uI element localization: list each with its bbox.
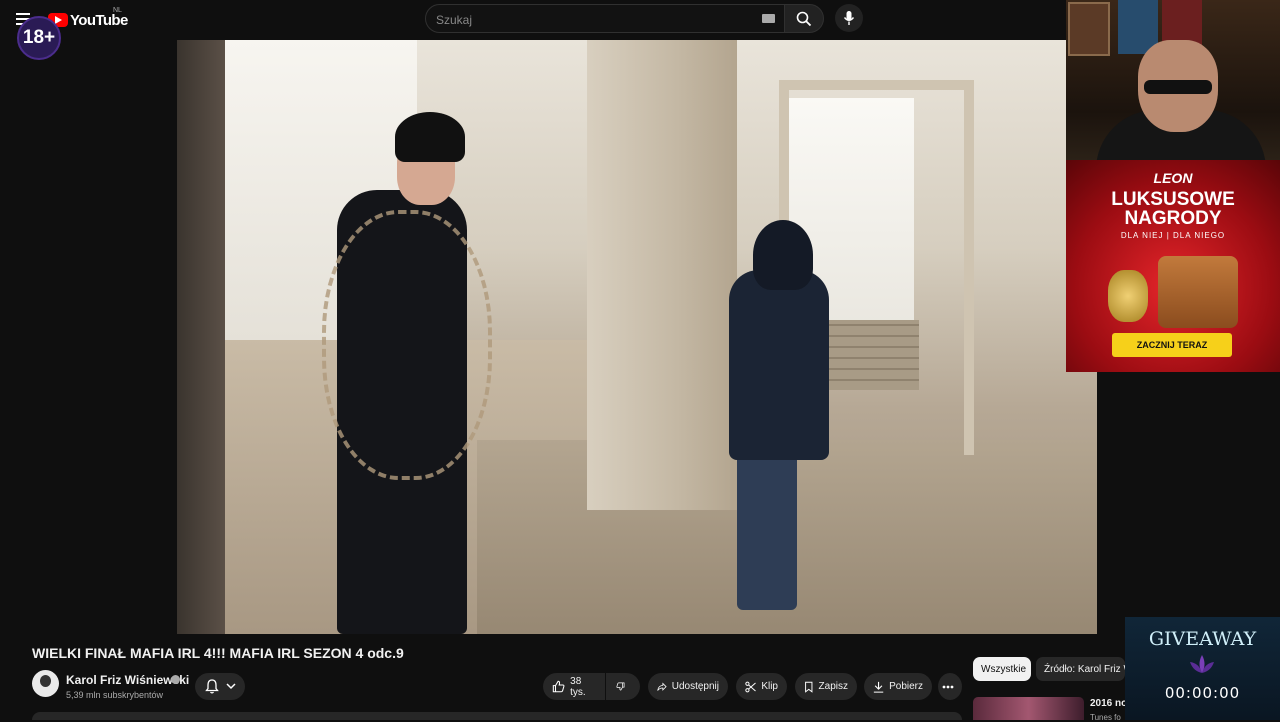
keyboard-icon[interactable] <box>762 14 775 23</box>
logo-text: YouTube <box>70 11 128 29</box>
search-icon <box>796 11 812 26</box>
top-bar: YouTube NL <box>0 0 1066 40</box>
download-label: Pobierz <box>889 681 923 692</box>
video-left-wall <box>177 40 225 634</box>
like-button[interactable]: 38 tys. <box>543 673 605 700</box>
giveaway-overlay: GIVEAWAY 00:00:00 <box>1125 617 1280 720</box>
clip-button[interactable]: Klip <box>736 673 787 700</box>
share-button[interactable]: Udostępnij <box>648 673 728 700</box>
channel-avatar[interactable] <box>32 670 59 697</box>
chip-source[interactable]: Źródło: Karol Friz Wiśniewski <box>1036 657 1125 681</box>
ad-brand: LEON <box>1153 170 1193 186</box>
hooded-person-hood <box>753 220 813 290</box>
recommended-thumbnail[interactable] <box>973 697 1084 720</box>
wall-poster <box>1068 2 1110 56</box>
giveaway-title: GIVEAWAY <box>1148 628 1257 650</box>
voice-search-button[interactable] <box>835 4 863 32</box>
sunglasses <box>1144 80 1212 94</box>
subscriber-count: 5,39 mln subskrybentów <box>66 690 164 700</box>
notification-bell-button[interactable] <box>195 673 245 700</box>
streamer-webcam <box>1066 0 1280 160</box>
search-button[interactable] <box>784 4 824 33</box>
search-box[interactable] <box>425 4 785 33</box>
bookmark-icon <box>805 681 813 693</box>
save-label: Zapisz <box>818 681 848 692</box>
hooded-person <box>729 270 829 460</box>
search-input[interactable] <box>436 11 756 28</box>
lotus-icon <box>1190 655 1214 673</box>
recommended-title[interactable]: 2016 no <box>1090 698 1125 709</box>
like-count: 38 tys. <box>570 675 586 698</box>
ad-headline: LUKSUSOWE NAGRODY <box>1111 189 1235 229</box>
video-pillar <box>587 40 737 510</box>
save-button[interactable]: Zapisz <box>795 673 857 700</box>
download-button[interactable]: Pobierz <box>864 673 932 700</box>
chevron-down-icon <box>225 683 236 690</box>
clip-label: Klip <box>761 681 778 692</box>
handbag-image <box>1158 256 1238 328</box>
sponsor-ad[interactable]: LEON LUKSUSOWE NAGRODY DLA NIEJ | DLA NI… <box>1066 160 1280 372</box>
more-actions-button[interactable] <box>938 673 962 700</box>
scissors-icon <box>745 681 756 692</box>
bell-icon <box>204 679 219 694</box>
beanie-hat <box>395 112 465 162</box>
age-restriction-badge: 18+ <box>17 16 61 60</box>
more-icon <box>942 685 953 688</box>
giveaway-timer: 00:00:00 <box>1164 684 1241 702</box>
hooded-person-legs <box>737 450 797 610</box>
thumbs-down-icon <box>616 682 625 691</box>
video-player[interactable] <box>177 40 1097 634</box>
description-box[interactable] <box>32 712 962 720</box>
rope <box>322 210 492 480</box>
video-title: WIELKI FINAŁ MAFIA IRL 4!!! MAFIA IRL SE… <box>32 645 404 661</box>
dislike-button[interactable] <box>606 673 640 700</box>
verified-icon <box>171 675 180 684</box>
recommended-channel: Tunes fo <box>1090 713 1121 722</box>
share-label: Udostępnij <box>671 681 719 692</box>
ad-subline: DLA NIEJ | DLA NIEGO <box>1120 231 1226 240</box>
share-icon <box>657 681 667 691</box>
watch-image <box>1108 270 1148 322</box>
microphone-icon <box>843 11 855 25</box>
thumbs-up-icon <box>552 680 565 693</box>
download-icon <box>873 681 884 693</box>
country-code: NL <box>113 7 122 14</box>
chip-all[interactable]: Wszystkie <box>973 657 1031 681</box>
ad-cta-button[interactable]: ZACZNIJ TERAZ <box>1112 333 1232 357</box>
